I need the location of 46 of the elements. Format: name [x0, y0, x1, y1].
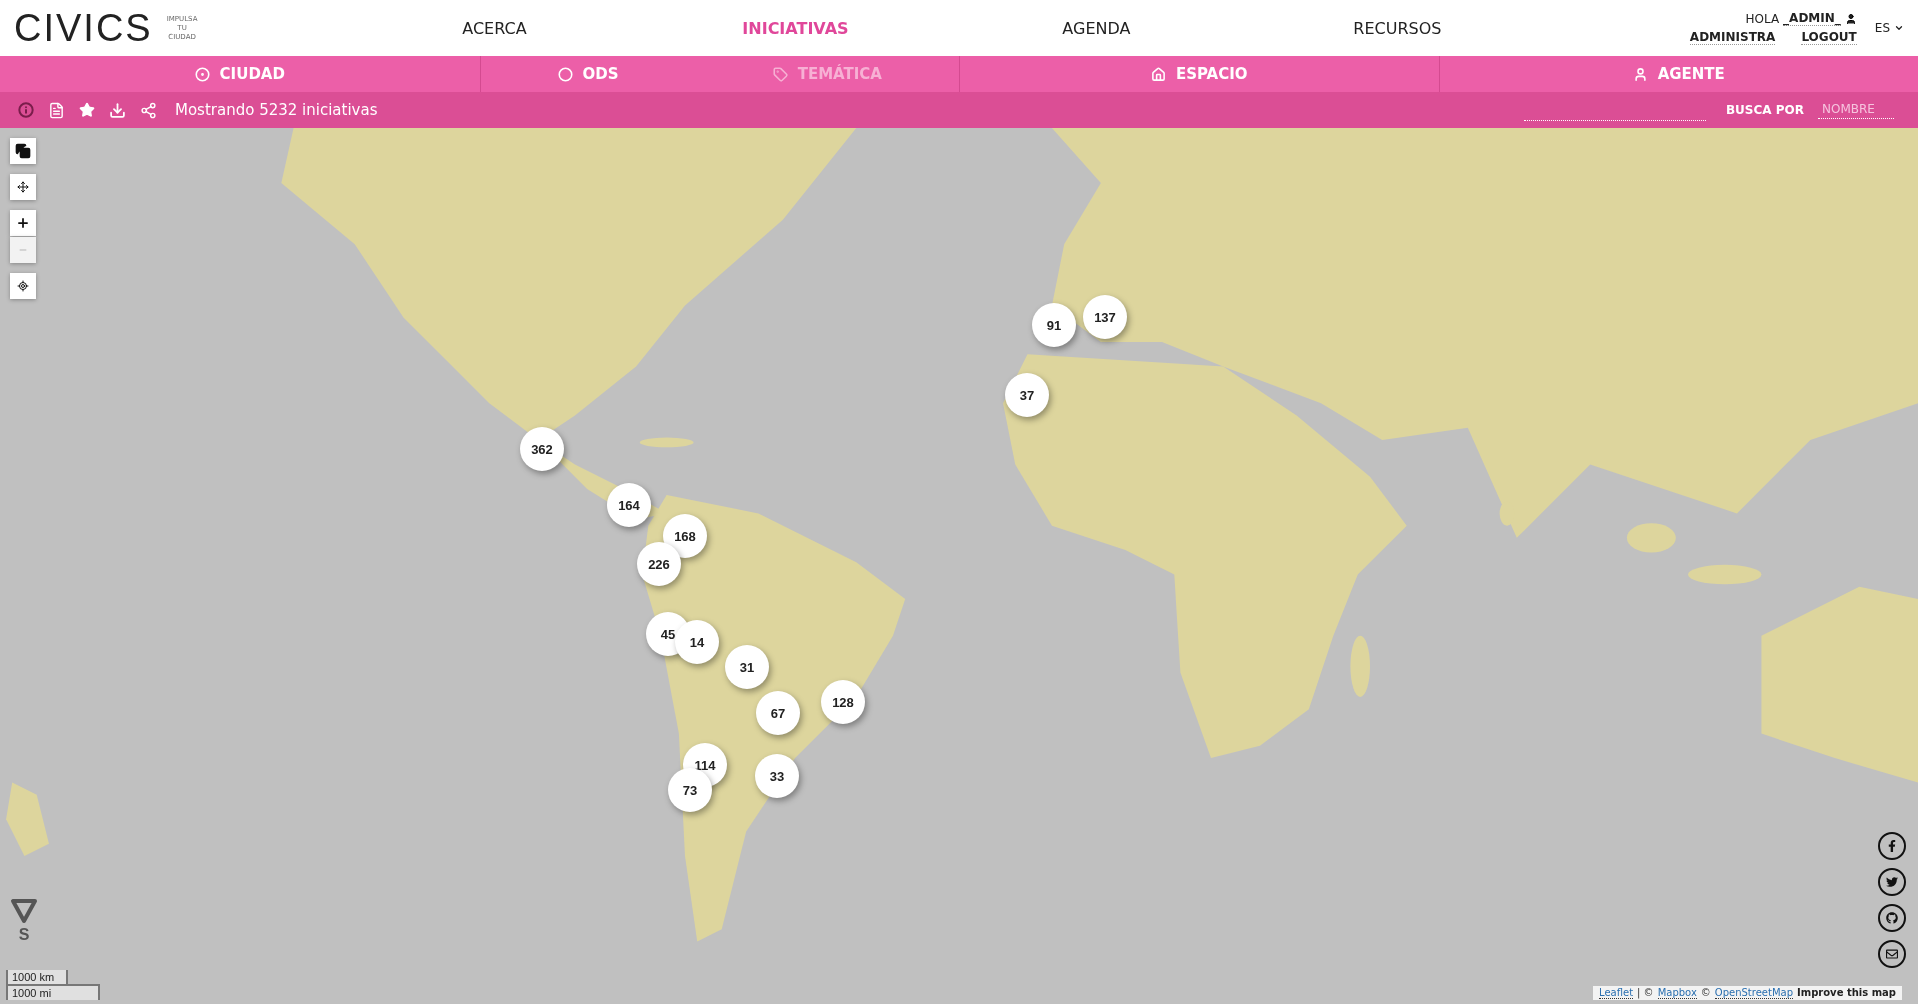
info-icon[interactable]: [18, 102, 34, 118]
document-icon[interactable]: [48, 101, 65, 119]
github-icon[interactable]: [1878, 904, 1906, 932]
greeting: HOLA: [1745, 11, 1780, 26]
target-icon: [194, 66, 210, 82]
attribution-link[interactable]: OpenStreetMap: [1714, 987, 1793, 999]
house-icon: [1150, 66, 1166, 82]
nav-link[interactable]: ACERCA: [344, 18, 645, 38]
attribution-text: ©: [1700, 987, 1711, 999]
move-button[interactable]: [10, 174, 36, 200]
compass-icon: [10, 898, 38, 924]
attribution-link[interactable]: Mapbox: [1657, 987, 1697, 999]
plus-icon: [16, 216, 30, 230]
attribution-text: | ©: [1637, 987, 1654, 999]
nav-link[interactable]: RECURSOS: [1246, 18, 1548, 38]
share-icon[interactable]: [140, 101, 157, 119]
zoom-in-button[interactable]: [10, 210, 36, 236]
mail-icon[interactable]: [1878, 940, 1906, 968]
download-icon[interactable]: [109, 101, 126, 119]
attribution-link[interactable]: Leaflet: [1599, 987, 1634, 999]
locate-button[interactable]: [10, 273, 36, 299]
scale-bar: 1000 mi: [6, 984, 100, 1000]
language-select[interactable]: ES: [1874, 21, 1904, 35]
logo[interactable]: CIVICS: [14, 6, 153, 50]
locate-icon: [17, 280, 29, 292]
nav-link[interactable]: INICIATIVAS: [644, 18, 946, 38]
header-link[interactable]: LOGOUT: [1801, 30, 1857, 45]
facebook-icon[interactable]: [1878, 832, 1906, 860]
nav-link[interactable]: AGENDA: [945, 18, 1247, 38]
ring-icon: [557, 66, 573, 82]
search-label: BUSCA POR: [1725, 103, 1804, 117]
layers-button[interactable]: [10, 138, 36, 164]
chevron-icon: [1894, 23, 1904, 33]
user-icon: [1632, 66, 1648, 82]
layers-icon: [15, 143, 31, 159]
scale-bar: 1000 km: [6, 970, 68, 984]
star-icon[interactable]: [79, 102, 95, 118]
tag-icon: [772, 66, 788, 82]
user-name[interactable]: _ADMIN_: [1783, 11, 1841, 26]
results-count: Mostrando 5232 iniciativas: [175, 101, 379, 119]
user-icon: [1844, 12, 1857, 25]
header-link[interactable]: ADMINISTRA: [1689, 30, 1776, 45]
improve-map-link[interactable]: Improve this map: [1797, 987, 1896, 999]
bird-icon[interactable]: [1878, 868, 1906, 896]
compass-label: S: [18, 926, 30, 944]
move-icon: [17, 181, 29, 193]
